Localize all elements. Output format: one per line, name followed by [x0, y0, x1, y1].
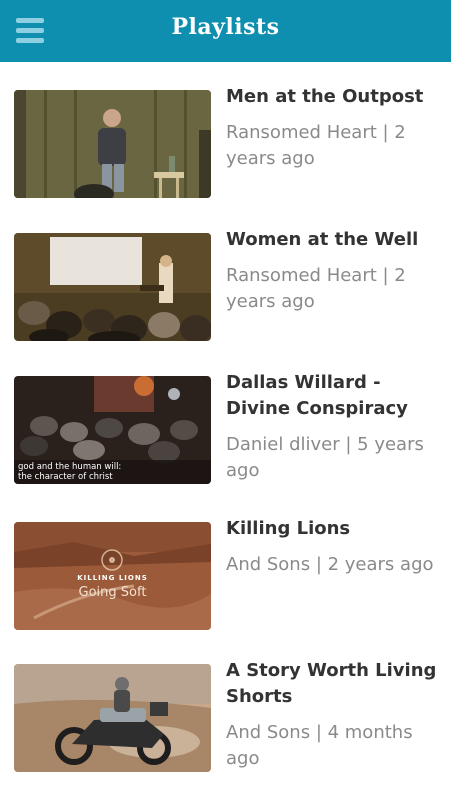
playlist-title: Men at the Outpost	[226, 86, 424, 107]
playlist-item[interactable]: KILLING LIONS Going Soft Killing Lions A…	[0, 494, 451, 630]
playlist-item[interactable]: Women at the Well Ransomed Heart | 2 yea…	[0, 205, 451, 341]
playlist-thumbnail[interactable]	[14, 664, 211, 772]
playlist-title: Killing Lions	[226, 518, 351, 539]
playlist-meta: And Sons | 4 months ago	[226, 722, 413, 769]
playlist-title: A Story Worth Living Shorts	[226, 660, 437, 707]
thumbnail-caption-line: god and the human will:	[18, 462, 122, 472]
playlist-thumbnail[interactable]: KILLING LIONS Going Soft	[14, 522, 211, 630]
thumbnail-caption: god and the human will: the character of…	[18, 462, 121, 482]
thumbnail-caption-line: the character of christ	[18, 472, 113, 482]
playlist-meta: And Sons | 2 years ago	[226, 554, 434, 575]
playlist-item[interactable]: A Story Worth Living Shorts And Sons | 4…	[0, 636, 451, 772]
playlist-meta: Ransomed Heart | 2 years ago	[226, 122, 406, 169]
playlist-title: Women at the Well	[226, 229, 419, 250]
thumbnail-caption: KILLING LIONS Going Soft	[14, 574, 211, 600]
thumbnail-caption-line: KILLING LIONS	[77, 574, 148, 582]
playlist-meta: Daniel dliver | 5 years ago	[226, 434, 424, 481]
playlist-meta: Ransomed Heart | 2 years ago	[226, 265, 406, 312]
playlist-item[interactable]: Men at the Outpost Ransomed Heart | 2 ye…	[0, 62, 451, 198]
page-title: Playlists	[171, 14, 280, 40]
playlist-title: Dallas Willard - Divine Conspiracy	[226, 372, 408, 419]
playlist-thumbnail[interactable]	[14, 90, 211, 198]
app-header: Playlists	[0, 0, 451, 62]
playlist-thumbnail[interactable]	[14, 233, 211, 341]
playlist-item[interactable]: god and the human will: the character of…	[0, 348, 451, 484]
playlist-thumbnail[interactable]: god and the human will: the character of…	[14, 376, 211, 484]
thumbnail-caption-line: Going Soft	[78, 585, 147, 600]
